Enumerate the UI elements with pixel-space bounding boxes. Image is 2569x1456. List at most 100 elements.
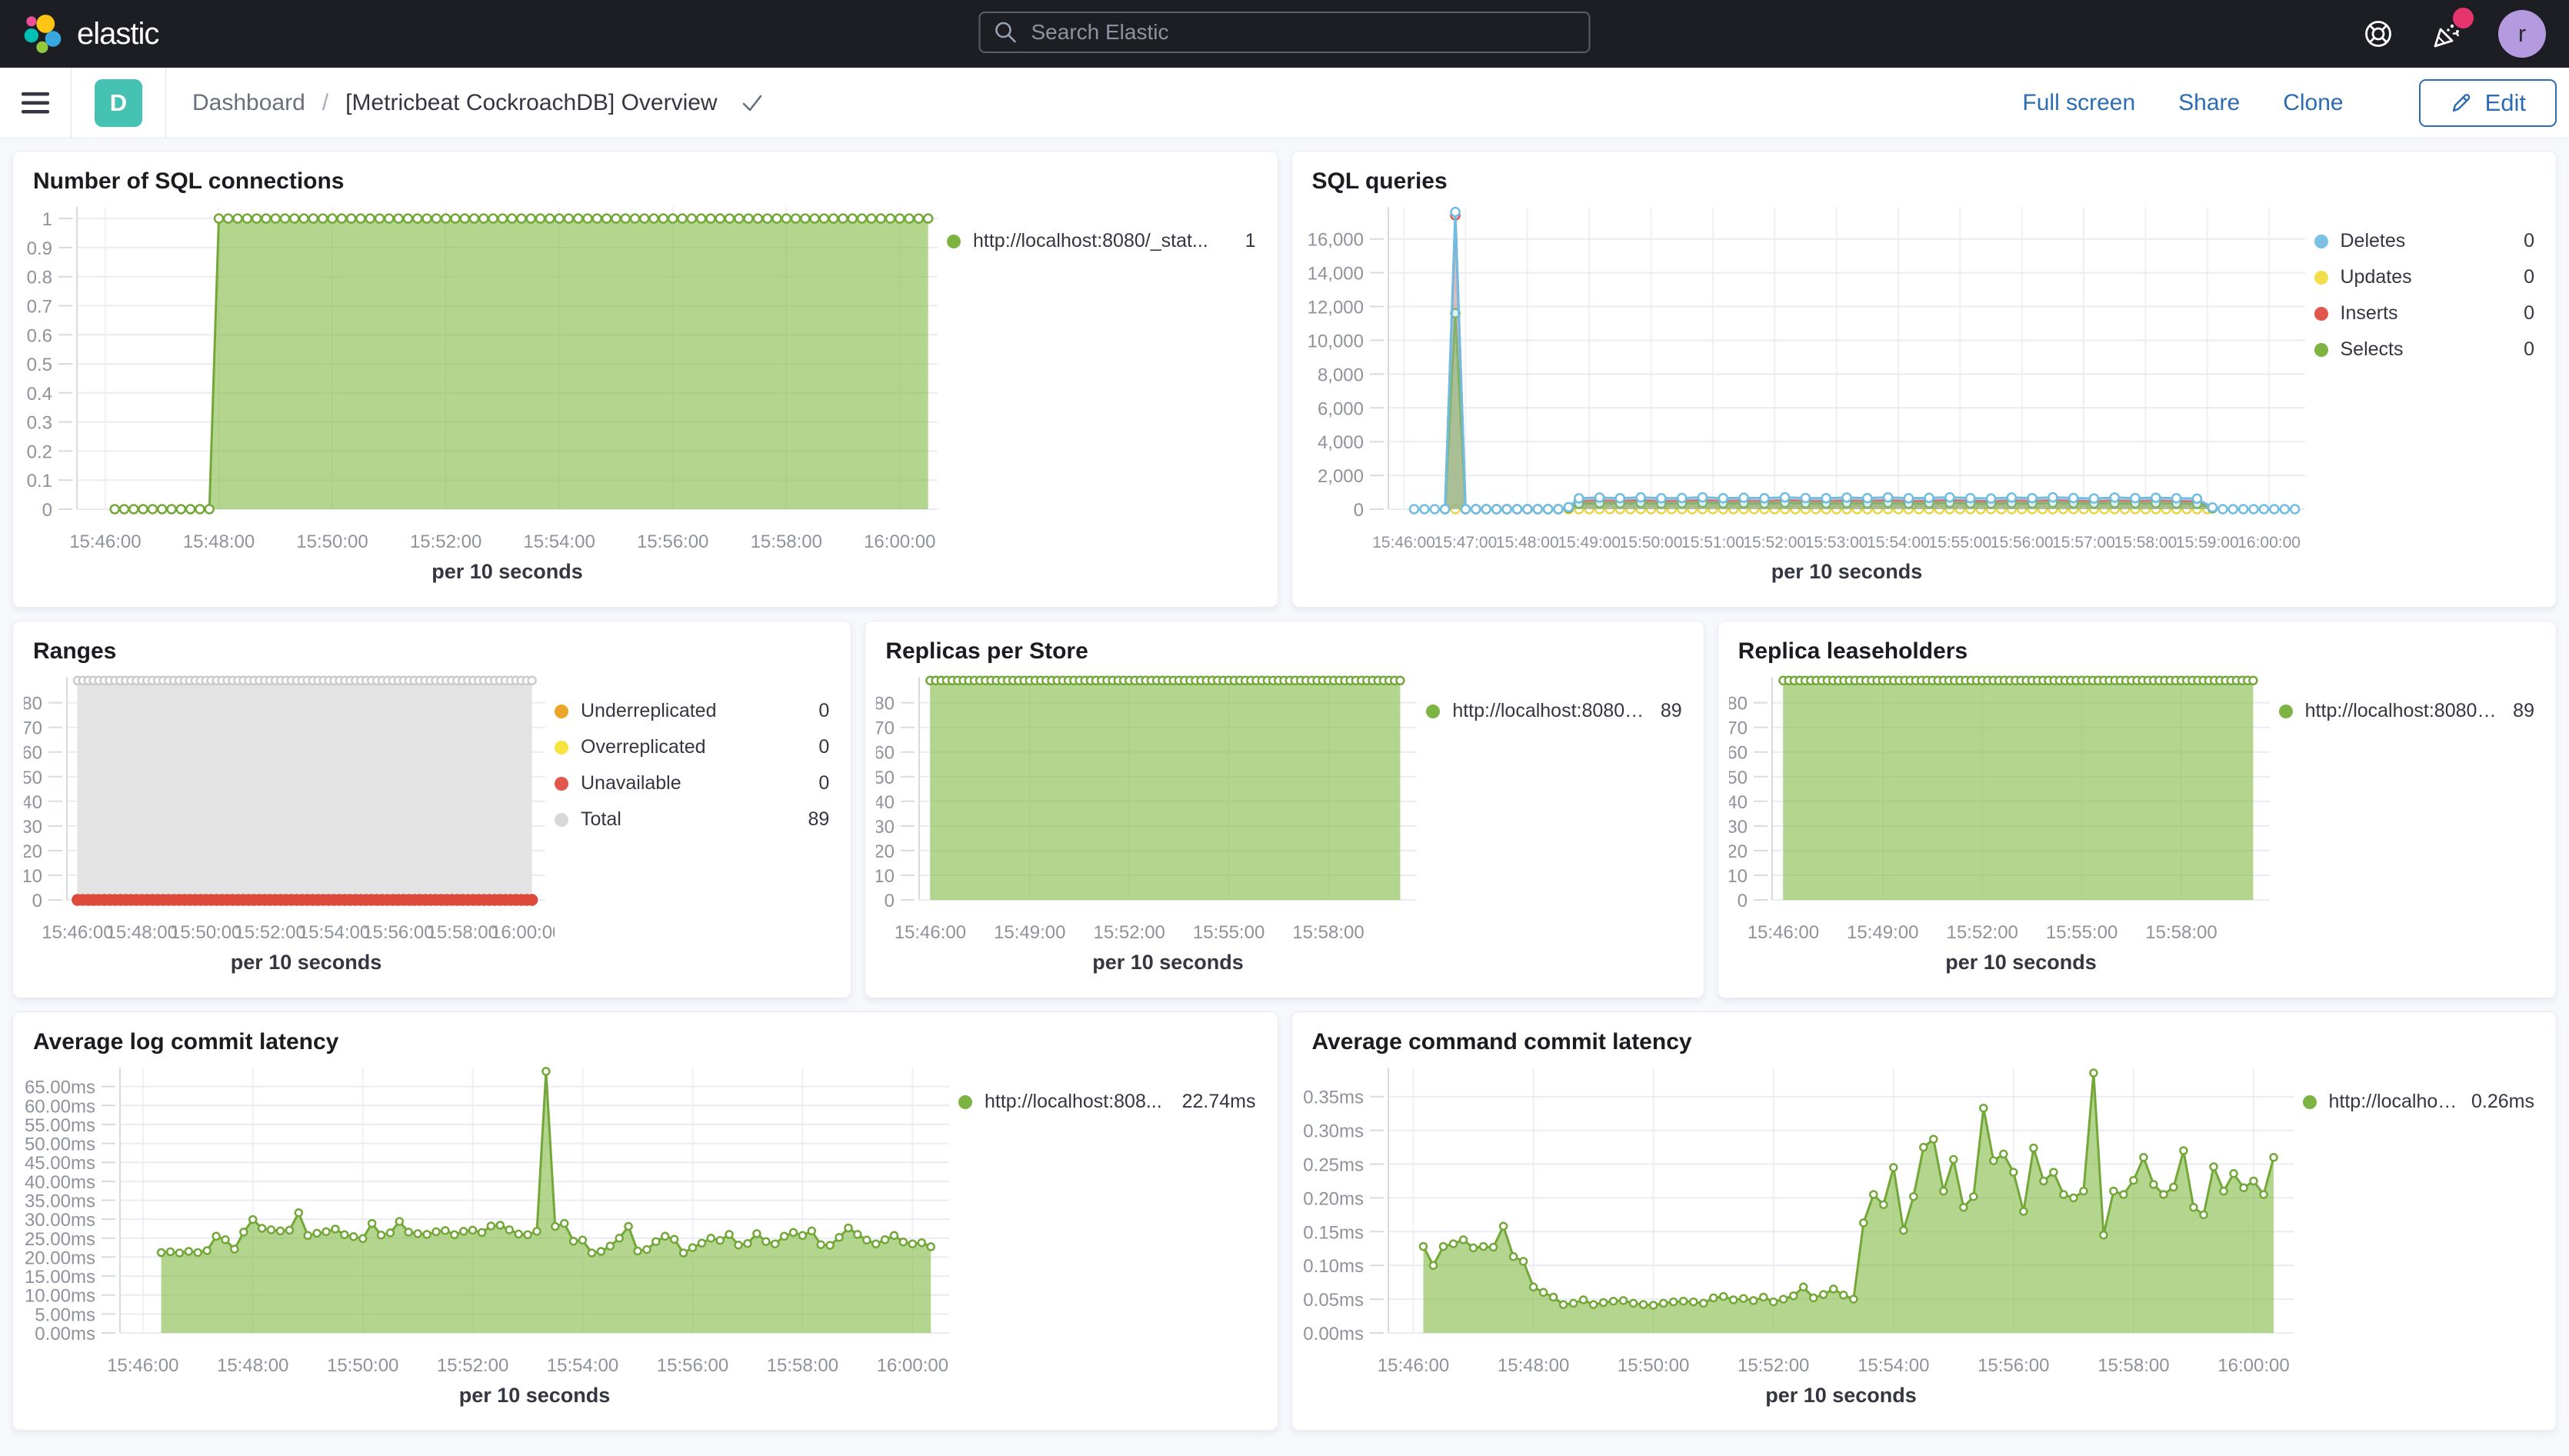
svg-text:60: 60 [1729, 743, 1748, 764]
svg-text:55.00ms: 55.00ms [25, 1115, 95, 1136]
svg-text:15:53:00: 15:53:00 [1804, 534, 1868, 551]
svg-text:15:52:00: 15:52:00 [1946, 922, 2018, 943]
newsfeed-icon[interactable] [2429, 17, 2463, 51]
legend-item[interactable]: Updates0 [2314, 266, 2535, 288]
svg-text:20.00ms: 20.00ms [25, 1248, 95, 1268]
panel-replicas-per-store: Replicas per Store 0102030405060708015:4… [865, 621, 1704, 998]
breadcrumb-dashboard-link[interactable]: Dashboard [192, 90, 305, 116]
global-search-box[interactable] [979, 12, 1591, 53]
legend-item[interactable]: Inserts0 [2314, 302, 2535, 325]
svg-text:15:55:00: 15:55:00 [1928, 534, 1991, 551]
legend-label: Updates [2341, 266, 2412, 288]
svg-text:0.2: 0.2 [27, 441, 52, 462]
pencil-icon [2450, 92, 2473, 115]
svg-text:15:49:00: 15:49:00 [1558, 534, 1621, 551]
chart-legend: Deletes0Updates0Inserts0Selects0 [2314, 230, 2540, 361]
legend-item[interactable]: Overreplicated0 [555, 736, 829, 758]
svg-text:1: 1 [42, 209, 52, 230]
svg-text:70: 70 [24, 718, 42, 739]
panel-replica-leaseholders: Replica leaseholders 0102030405060708015… [1718, 621, 2557, 998]
legend-label: Unavailable [581, 772, 681, 795]
menu-hamburger-icon[interactable] [0, 68, 71, 138]
panel-number-of-sql-connections: Number of SQL connections 00.10.20.30.40… [12, 151, 1278, 608]
sql-queries-chart[interactable]: 02,0004,0006,0008,00010,00012,00014,0001… [1303, 198, 2314, 585]
svg-text:0.6: 0.6 [27, 325, 52, 346]
legend-item[interactable]: Selects0 [2314, 338, 2535, 361]
legend-value: 0 [2510, 338, 2534, 361]
svg-text:0.3: 0.3 [27, 413, 52, 434]
svg-text:15:49:00: 15:49:00 [1847, 922, 1918, 943]
ranges-chart[interactable]: 0102030405060708015:46:0015:48:0015:50:0… [24, 668, 555, 975]
svg-text:per 10 seconds: per 10 seconds [1945, 951, 2097, 974]
legend-item[interactable]: Total89 [555, 808, 829, 831]
svg-text:per 10 seconds: per 10 seconds [231, 951, 382, 974]
legend-label: http://localhost:8080/_sta... [1452, 700, 1647, 722]
svg-text:50.00ms: 50.00ms [25, 1134, 95, 1155]
legend-item[interactable]: Unavailable0 [555, 772, 829, 795]
svg-text:70: 70 [876, 718, 895, 739]
search-icon [995, 21, 1018, 44]
sql-connections-chart[interactable]: 00.10.20.30.40.50.60.70.80.9115:46:0015:… [24, 198, 947, 585]
svg-text:15:56:00: 15:56:00 [1990, 534, 2053, 551]
legend-label: Overreplicated [581, 736, 706, 758]
svg-text:16:00:00: 16:00:00 [491, 922, 555, 943]
legend-value: 89 [2499, 700, 2534, 722]
svg-text:4,000: 4,000 [1317, 432, 1363, 453]
svg-text:15:46:00: 15:46:00 [1372, 534, 1435, 551]
svg-text:30: 30 [1729, 817, 1748, 838]
svg-text:10: 10 [24, 866, 42, 887]
svg-text:15:52:00: 15:52:00 [1737, 1355, 1808, 1376]
svg-text:0.10ms: 0.10ms [1303, 1256, 1364, 1277]
edit-button[interactable]: Edit [2419, 79, 2557, 127]
svg-text:6,000: 6,000 [1317, 398, 1363, 419]
breadcrumb-separator: / [322, 90, 328, 116]
legend-item[interactable]: http://localhost:808...22.74ms [958, 1091, 1256, 1113]
command-commit-latency-chart[interactable]: 0.00ms0.05ms0.10ms0.15ms0.20ms0.25ms0.30… [1303, 1058, 2303, 1408]
legend-item[interactable]: http://localhost:8080/_sta...89 [1426, 700, 1681, 722]
svg-text:15:52:00: 15:52:00 [410, 531, 481, 552]
log-commit-latency-chart[interactable]: 0.00ms5.00ms10.00ms15.00ms20.00ms25.00ms… [24, 1058, 958, 1408]
svg-text:15:54:00: 15:54:00 [523, 531, 595, 552]
panel-sql-queries: SQL queries 02,0004,0006,0008,00010,0001… [1291, 151, 2557, 608]
svg-text:20: 20 [24, 841, 42, 862]
svg-text:10.00ms: 10.00ms [25, 1286, 95, 1307]
legend-label: http://localhost:8080/_stat... [973, 230, 1208, 252]
full-screen-button[interactable]: Full screen [2022, 90, 2135, 116]
legend-item[interactable]: Deletes0 [2314, 230, 2535, 252]
svg-text:15:46:00: 15:46:00 [1377, 1355, 1448, 1376]
legend-value: 0 [2510, 302, 2534, 325]
share-button[interactable]: Share [2178, 90, 2240, 116]
elastic-home-link[interactable]: elastic [23, 14, 158, 54]
svg-text:15:52:00: 15:52:00 [234, 922, 305, 943]
series-color-dot [2314, 235, 2328, 248]
legend-item[interactable]: http://localhost:8080...0.26ms [2303, 1091, 2535, 1113]
svg-text:0.4: 0.4 [27, 384, 52, 405]
series-color-dot [1426, 705, 1440, 718]
legend-value: 22.74ms [1168, 1091, 1256, 1113]
page-title[interactable]: [Metricbeat CockroachDB] Overview [345, 90, 718, 116]
panel-title: Average log commit latency [13, 1012, 1278, 1055]
user-avatar[interactable]: r [2498, 10, 2546, 58]
chart-legend: http://localhost:8080/_sta...89 [2279, 700, 2539, 722]
panel-ranges: Ranges 0102030405060708015:46:0015:48:00… [12, 621, 851, 998]
dashboard-grid: Number of SQL connections 00.10.20.30.40… [0, 138, 2569, 1456]
svg-text:0: 0 [1353, 500, 1363, 521]
svg-text:0.1: 0.1 [27, 471, 52, 491]
svg-text:12,000: 12,000 [1307, 298, 1363, 318]
chart-legend: http://localhost:808...22.74ms [958, 1091, 1261, 1113]
replicas-per-store-chart[interactable]: 0102030405060708015:46:0015:49:0015:52:0… [876, 668, 1426, 975]
svg-text:15.00ms: 15.00ms [25, 1267, 95, 1288]
search-input[interactable] [1030, 19, 1575, 45]
legend-item[interactable]: http://localhost:8080/_sta...89 [2279, 700, 2534, 722]
svg-text:15:51:00: 15:51:00 [1681, 534, 1744, 551]
dashboard-badge[interactable]: D [95, 79, 142, 127]
svg-text:0.00ms: 0.00ms [35, 1324, 95, 1344]
clone-button[interactable]: Clone [2283, 90, 2343, 116]
svg-text:60.00ms: 60.00ms [25, 1096, 95, 1117]
legend-item[interactable]: http://localhost:8080/_stat...1 [947, 230, 1256, 252]
brand-name: elastic [77, 17, 158, 52]
help-icon[interactable] [2363, 18, 2394, 49]
replica-leaseholders-chart[interactable]: 0102030405060708015:46:0015:49:0015:52:0… [1729, 668, 2279, 975]
legend-item[interactable]: Underreplicated0 [555, 700, 829, 722]
series-color-dot [2314, 343, 2328, 357]
